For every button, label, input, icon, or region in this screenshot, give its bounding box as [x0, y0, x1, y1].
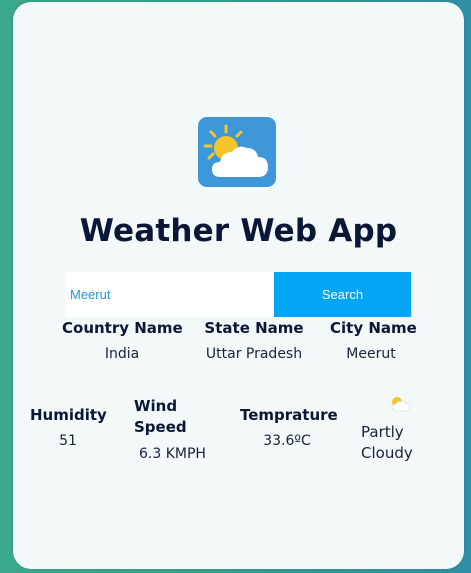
city-name-value: Meerut	[346, 346, 396, 362]
humidity-label: Humidity	[30, 406, 107, 424]
app-title: Weather Web App	[79, 213, 398, 249]
city-name-label: City Name	[330, 319, 417, 337]
state-name-value: Uttar Pradesh	[205, 346, 303, 362]
country-name-value: India	[104, 346, 140, 362]
temperature-label: Temprature	[240, 406, 338, 424]
state-name-label: State Name	[204, 319, 304, 337]
humidity-value: 51	[59, 433, 77, 449]
search-button[interactable]: Search	[274, 272, 411, 317]
sun-behind-cloud-icon	[198, 117, 276, 187]
city-search-input[interactable]	[65, 272, 274, 317]
weather-card: Weather Web App Search Country Name Indi…	[13, 2, 464, 569]
country-name-label: Country Name	[62, 319, 183, 337]
temperature-value: 33.6ºC	[263, 433, 311, 449]
wind-speed-value: 6.3 KMPH	[139, 446, 206, 462]
wind-speed-label: Wind Speed	[134, 397, 187, 436]
weather-condition: Partly Cloudy	[361, 423, 413, 462]
partly-cloudy-icon	[391, 397, 411, 412]
